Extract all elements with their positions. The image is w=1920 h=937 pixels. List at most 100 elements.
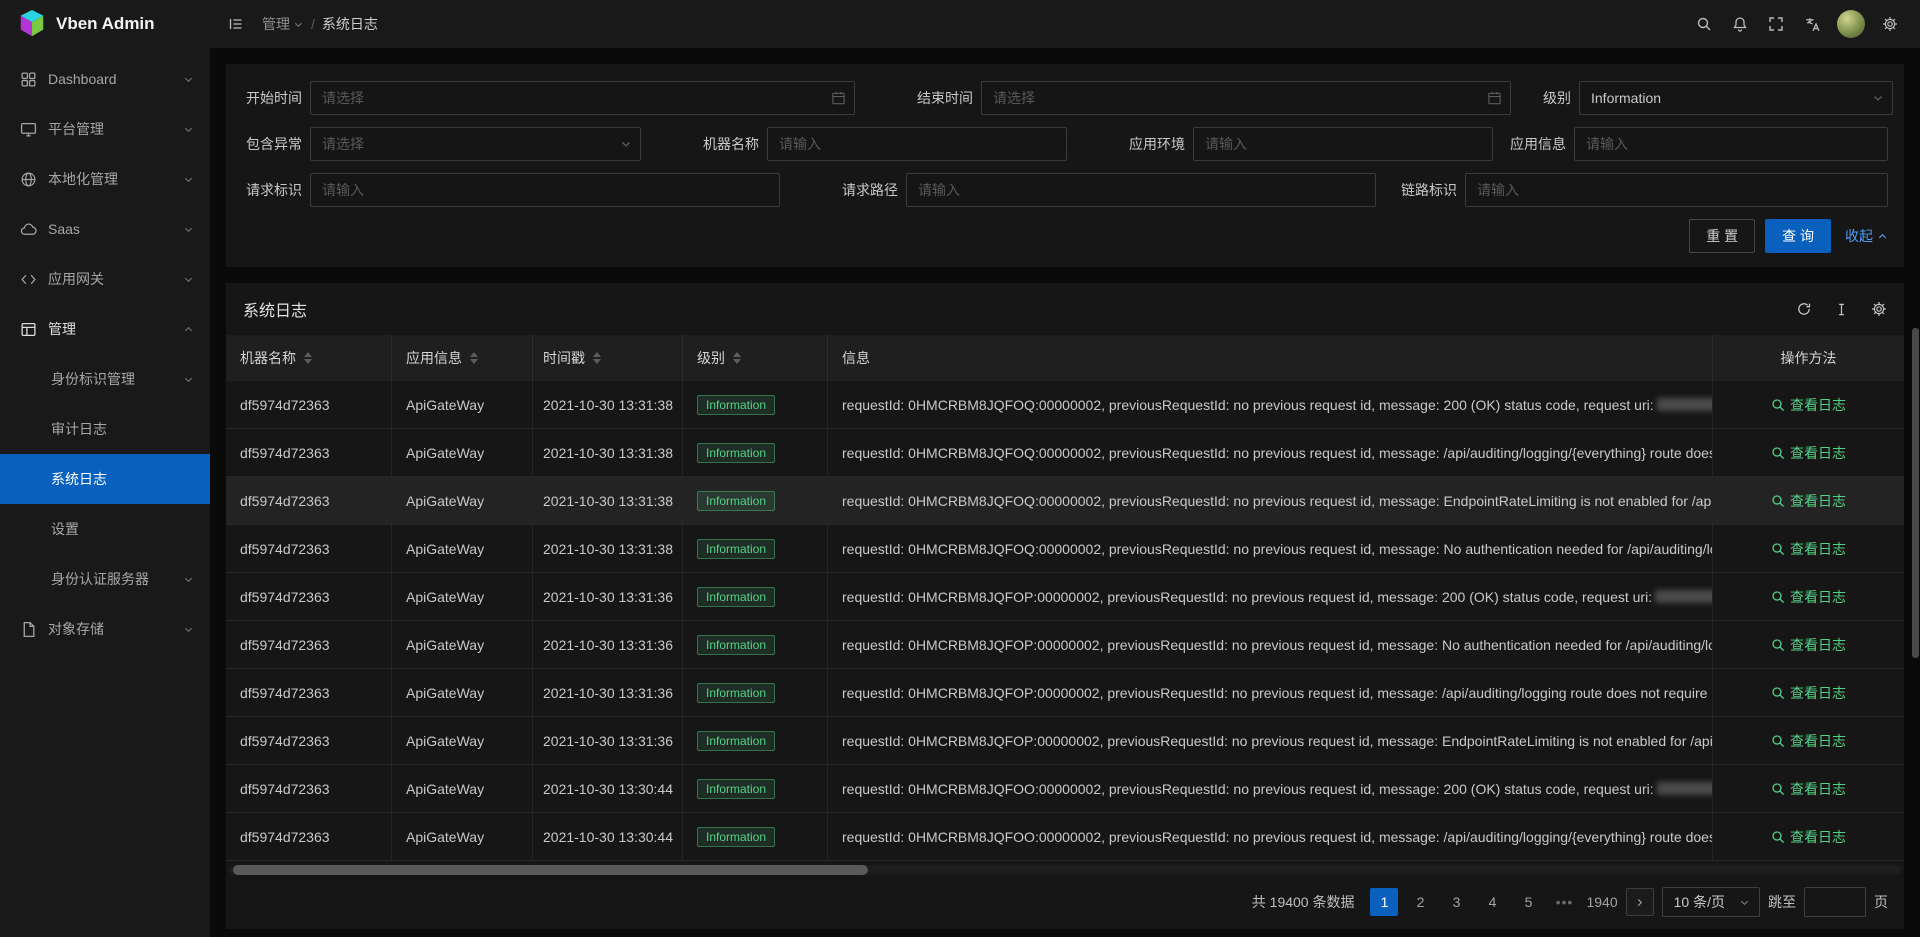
settings-button[interactable] <box>1872 4 1908 44</box>
page-size-select[interactable]: 10 条/页 <box>1662 887 1760 917</box>
horizontal-scrollbar[interactable] <box>229 865 1901 875</box>
view-log-link[interactable]: 查看日志 <box>1771 587 1846 607</box>
view-log-link[interactable]: 查看日志 <box>1771 779 1846 799</box>
machine-name-input[interactable] <box>767 127 1067 161</box>
fullscreen-button[interactable] <box>1758 4 1794 44</box>
app-environment-input[interactable] <box>1193 127 1493 161</box>
request-id-input[interactable] <box>310 173 780 207</box>
sidebar-item-system-logs[interactable]: 系统日志 <box>0 454 210 504</box>
page-ellipsis[interactable]: ••• <box>1550 888 1578 916</box>
notification-button[interactable] <box>1722 4 1758 44</box>
date-picker <box>981 81 1511 115</box>
row-height-button[interactable] <box>1834 302 1849 317</box>
sidebar-item-label: 设置 <box>51 519 194 539</box>
level-badge: Information <box>697 395 775 415</box>
log-message: requestId: 0HMCRBM8JQFOO:00000002, previ… <box>842 781 1654 797</box>
logo[interactable]: Vben Admin <box>0 0 210 48</box>
page-button-last[interactable]: 1940 <box>1586 888 1617 916</box>
language-button[interactable] <box>1794 4 1830 44</box>
collapse-link[interactable]: 收起 <box>1845 226 1888 246</box>
sidebar-item-audit-logs[interactable]: 审计日志 <box>0 404 210 454</box>
column-header-timestamp[interactable]: 时间戳 <box>533 335 683 381</box>
sidebar-item-gateway[interactable]: 应用网关 <box>0 254 210 304</box>
sidebar-item-label: 身份认证服务器 <box>51 569 183 589</box>
cell-app-info: ApiGateWay <box>392 813 533 860</box>
reset-button[interactable]: 重 置 <box>1689 219 1755 253</box>
cell-level: Information <box>683 381 828 428</box>
cell-timestamp: 2021-10-30 13:30:44 <box>533 765 683 812</box>
sidebar-item-label: 对象存储 <box>48 619 183 639</box>
table-row: df5974d72363 ApiGateWay 2021-10-30 13:31… <box>226 573 1904 621</box>
view-log-link[interactable]: 查看日志 <box>1771 731 1846 751</box>
filter-field-end-time: 结束时间 <box>913 81 1511 115</box>
filter-buttons: 重 置 查 询 收起 <box>242 219 1888 253</box>
view-log-link[interactable]: 查看日志 <box>1771 683 1846 703</box>
view-log-link[interactable]: 查看日志 <box>1771 635 1846 655</box>
sort-icons[interactable] <box>733 352 741 364</box>
sidebar-item-dashboard[interactable]: Dashboard <box>0 54 210 104</box>
view-log-link[interactable]: 查看日志 <box>1771 827 1846 847</box>
cell-message: requestId: 0HMCRBM8JQFOQ:00000002, previ… <box>828 381 1713 428</box>
column-header-machine[interactable]: 机器名称 <box>226 335 392 381</box>
column-header-level[interactable]: 级别 <box>683 335 828 381</box>
filter-field-request-id: 请求标识 <box>242 173 780 207</box>
search-icon <box>1771 830 1785 844</box>
log-message: requestId: 0HMCRBM8JQFOP:00000002, previ… <box>842 733 1713 749</box>
avatar[interactable] <box>1837 10 1865 38</box>
sidebar-item-identity-management[interactable]: 身份标识管理 <box>0 354 210 404</box>
start-time-input[interactable] <box>310 81 855 115</box>
sidebar-item-object-storage[interactable]: 对象存储 <box>0 604 210 654</box>
cell-message: requestId: 0HMCRBM8JQFOP:00000002, previ… <box>828 621 1713 668</box>
sidebar-item-saas[interactable]: Saas <box>0 204 210 254</box>
page-button-2[interactable]: 2 <box>1406 888 1434 916</box>
level-select-input[interactable] <box>1579 81 1893 115</box>
jump-page-input[interactable] <box>1804 887 1866 917</box>
search-button[interactable]: 查 询 <box>1765 219 1831 253</box>
page-button-3[interactable]: 3 <box>1442 888 1470 916</box>
column-header-app-info[interactable]: 应用信息 <box>392 335 533 381</box>
translate-icon <box>1804 16 1821 33</box>
chevron-down-icon <box>183 624 194 635</box>
sort-icons[interactable] <box>593 352 601 364</box>
cell-machine-name: df5974d72363 <box>226 621 392 668</box>
view-log-link[interactable]: 查看日志 <box>1771 443 1846 463</box>
end-time-input[interactable] <box>981 81 1511 115</box>
request-path-input[interactable] <box>906 173 1376 207</box>
search-button[interactable] <box>1686 4 1722 44</box>
sort-icons[interactable] <box>304 352 312 364</box>
sidebar-item-identity-server[interactable]: 身份认证服务器 <box>0 554 210 604</box>
breadcrumb-parent[interactable]: 管理 <box>262 14 304 34</box>
page-button-1[interactable]: 1 <box>1370 888 1398 916</box>
chevron-down-icon <box>183 74 194 85</box>
sidebar-item-localization[interactable]: 本地化管理 <box>0 154 210 204</box>
horizontal-scrollbar-thumb[interactable] <box>233 865 868 875</box>
column-settings-button[interactable] <box>1871 301 1887 317</box>
view-log-link[interactable]: 查看日志 <box>1771 395 1846 415</box>
window-scrollbar-thumb[interactable] <box>1912 328 1919 658</box>
include-exception-select[interactable] <box>310 127 641 161</box>
menu-fold-button[interactable] <box>218 4 254 44</box>
table: 机器名称 应用信息 时间戳 级别 <box>226 335 1904 927</box>
log-message: requestId: 0HMCRBM8JQFOP:00000002, previ… <box>842 637 1713 653</box>
view-log-link[interactable]: 查看日志 <box>1771 491 1846 511</box>
breadcrumb-separator: / <box>311 16 315 32</box>
view-log-link[interactable]: 查看日志 <box>1771 539 1846 559</box>
page-button-4[interactable]: 4 <box>1478 888 1506 916</box>
refresh-button[interactable] <box>1796 301 1812 317</box>
field-label: 开始时间 <box>242 88 302 108</box>
search-icon <box>1771 734 1785 748</box>
sidebar-item-settings[interactable]: 设置 <box>0 504 210 554</box>
sort-icons[interactable] <box>470 352 478 364</box>
request-id-control <box>310 173 780 207</box>
search-icon <box>1771 686 1785 700</box>
sidebar-item-management[interactable]: 管理 <box>0 304 210 354</box>
column-header-message: 信息 <box>828 335 1713 381</box>
trace-id-input[interactable] <box>1465 173 1888 207</box>
sidebar-item-platform[interactable]: 平台管理 <box>0 104 210 154</box>
filter-field-include-exception: 包含异常 <box>242 127 641 161</box>
page-button-5[interactable]: 5 <box>1514 888 1542 916</box>
next-page-button[interactable] <box>1626 888 1654 916</box>
filter-field-app-environment: 应用环境 <box>1125 127 1493 161</box>
gateway-icon <box>20 271 37 288</box>
app-info-input[interactable] <box>1574 127 1888 161</box>
